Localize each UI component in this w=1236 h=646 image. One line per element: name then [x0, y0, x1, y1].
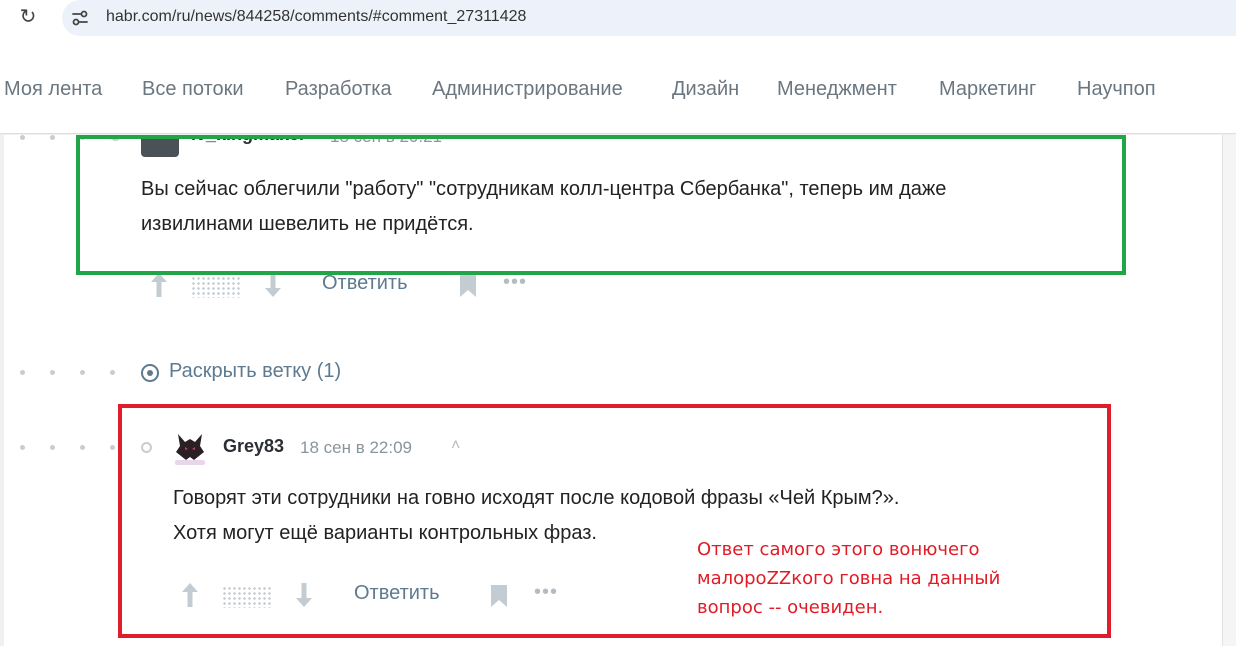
bookmark-icon[interactable]: [458, 274, 478, 298]
browser-toolbar: ↻ habr.com/ru/news/844258/comments/#comm…: [0, 0, 1236, 40]
thread-dot: [20, 370, 25, 375]
thread-dot: [50, 370, 55, 375]
nav-item-all-streams[interactable]: Все потоки: [142, 78, 244, 101]
nav-item-design[interactable]: Дизайн: [672, 78, 739, 101]
thread-dot: [110, 445, 115, 450]
annotation-line: Ответ самого этого вонючего: [697, 539, 980, 560]
main-nav: Моя лента Все потоки Разработка Админист…: [0, 40, 1236, 134]
annotation-line: вопрос -- очевиден.: [697, 597, 884, 618]
reply-button[interactable]: Ответить: [322, 272, 408, 295]
nav-item-development[interactable]: Разработка: [285, 78, 392, 101]
thread-dot: [50, 445, 55, 450]
highlight-box-green: [76, 135, 1126, 275]
nav-item-popsci[interactable]: Научпоп: [1077, 78, 1156, 101]
thread-dot: [110, 370, 115, 375]
nav-item-my-feed[interactable]: Моя лента: [4, 78, 102, 101]
reload-icon[interactable]: ↻: [17, 6, 39, 28]
vote-down-icon[interactable]: [261, 271, 285, 299]
scrollbar[interactable]: [1222, 135, 1236, 646]
score-placeholder: [191, 276, 241, 298]
site-info-icon[interactable]: [70, 8, 90, 28]
thread-dot: [80, 370, 85, 375]
url-text[interactable]: habr.com/ru/news/844258/comments/#commen…: [106, 8, 526, 26]
thread-dot: [20, 135, 25, 140]
nav-item-management[interactable]: Менеджмент: [777, 78, 897, 101]
nav-item-administration[interactable]: Администрирование: [432, 78, 623, 101]
thread-dot: [50, 135, 55, 140]
nav-item-marketing[interactable]: Маркетинг: [939, 78, 1036, 101]
annotation-note: Ответ самого этого вонючего малороZZкого…: [697, 535, 1000, 622]
thread-dot: [80, 445, 85, 450]
address-bar[interactable]: habr.com/ru/news/844258/comments/#commen…: [62, 0, 1236, 36]
thread-dot: [20, 445, 25, 450]
expand-branch-link[interactable]: Раскрыть ветку (1): [169, 360, 341, 383]
expand-branch-icon[interactable]: [141, 364, 159, 382]
vote-up-icon[interactable]: [147, 271, 171, 299]
annotation-line: малороZZкого говна на данный: [697, 568, 1001, 589]
